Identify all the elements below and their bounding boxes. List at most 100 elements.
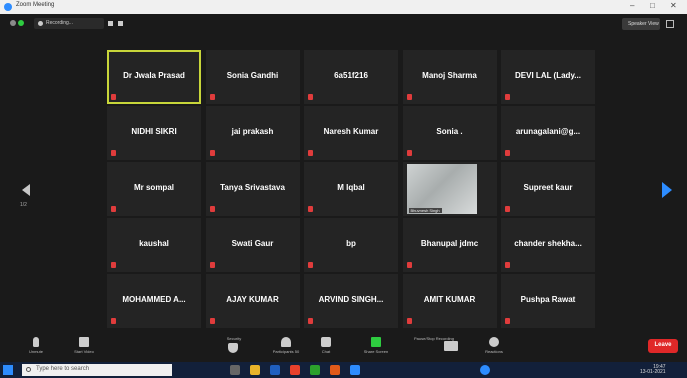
muted-mic-icon	[111, 94, 116, 100]
participant-name: Dr Jwala Prasad	[123, 71, 185, 80]
muted-mic-icon	[308, 94, 313, 100]
unmute-button[interactable]: Unmute	[12, 334, 60, 362]
close-button[interactable]: ✕	[670, 1, 677, 10]
task-view-icon[interactable]	[230, 365, 240, 375]
participant-tile[interactable]: DEVI LAL (Lady...	[501, 50, 595, 104]
participant-tile[interactable]: MOHAMMED A...	[107, 274, 201, 328]
participant-tile[interactable]: Bhuvnesh Singh	[402, 162, 497, 216]
participant-tile[interactable]: jai prakash	[205, 106, 300, 160]
maximize-button[interactable]: □	[650, 1, 655, 10]
participant-name: Swati Gaur	[231, 239, 274, 248]
participant-tile[interactable]: Mr sompal	[107, 162, 201, 216]
muted-mic-icon	[308, 318, 313, 324]
muted-mic-icon	[505, 94, 510, 100]
participant-tile[interactable]: arunagalani@g...	[501, 106, 595, 160]
participant-name: AMIT KUMAR	[423, 295, 476, 304]
microphone-icon	[33, 337, 39, 347]
security-button[interactable]: Security	[210, 334, 258, 362]
participant-tile[interactable]: AMIT KUMAR	[402, 274, 497, 328]
participant-tile[interactable]: M Iqbal	[304, 162, 398, 216]
fullscreen-icon[interactable]	[666, 20, 674, 28]
recording-indicator: Recording...	[34, 18, 104, 29]
meeting-info-icon[interactable]	[10, 20, 16, 26]
participant-name: Pushpa Rawat	[520, 295, 576, 304]
muted-mic-icon	[406, 262, 412, 268]
edge-browser-icon[interactable]	[270, 365, 280, 375]
meeting-topbar: Recording... Speaker View	[0, 14, 687, 34]
start-video-label: Start Video	[74, 349, 94, 354]
participant-tile[interactable]: Pushpa Rawat	[501, 274, 595, 328]
zoom-app-icon	[4, 3, 12, 11]
tray-date: 13-01-2021	[640, 369, 666, 375]
participant-tile[interactable]: kaushal	[107, 218, 201, 272]
camera-icon	[79, 337, 89, 347]
participant-name: Naresh Kumar	[323, 127, 379, 136]
share-screen-icon	[371, 337, 381, 347]
windows-start-icon[interactable]	[3, 365, 13, 375]
start-video-button[interactable]: Start Video	[60, 334, 108, 362]
participant-tile[interactable]: Swati Gaur	[205, 218, 300, 272]
participant-name: Bhanupal jdmc	[420, 239, 479, 248]
participant-tile[interactable]: Supreet kaur	[501, 162, 595, 216]
reactions-icon	[489, 337, 499, 347]
participant-name: MOHAMMED A...	[122, 295, 186, 304]
participant-tile[interactable]: Tanya Srivastava	[205, 162, 300, 216]
participants-count: 50	[294, 349, 300, 354]
participant-tile[interactable]: ARVIND SINGH...	[304, 274, 398, 328]
participant-name: AJAY KUMAR	[226, 295, 279, 304]
window-titlebar: Zoom Meeting – □ ✕	[0, 0, 687, 14]
record-controls-icon	[444, 341, 458, 351]
participant-tile[interactable]: Dr Jwala Prasad	[107, 50, 201, 104]
reactions-button[interactable]: Reactions	[470, 334, 518, 362]
security-label: Security	[226, 336, 242, 341]
participant-tile[interactable]: 6a51f216	[304, 50, 398, 104]
chat-button[interactable]: Chat	[302, 334, 350, 362]
search-placeholder: Type here to search	[36, 366, 90, 372]
participant-tile[interactable]: AJAY KUMAR	[205, 274, 300, 328]
muted-mic-icon	[209, 318, 215, 324]
help-icon[interactable]	[480, 365, 490, 375]
share-screen-label: Share Screen	[363, 349, 389, 354]
recording-dot-icon	[38, 21, 43, 26]
previous-page-arrow-icon[interactable]	[22, 184, 30, 196]
muted-mic-icon	[406, 94, 412, 100]
participant-name: bp	[346, 239, 356, 248]
participants-icon	[281, 337, 291, 347]
muted-mic-icon	[308, 206, 313, 212]
muted-mic-icon	[209, 94, 215, 100]
participant-name: ARVIND SINGH...	[318, 295, 384, 304]
participant-name: NIDHI SIKRI	[131, 127, 177, 136]
muted-mic-icon	[308, 262, 313, 268]
muted-mic-icon	[505, 318, 510, 324]
leave-label: Leave	[654, 342, 672, 348]
participant-tile[interactable]: NIDHI SIKRI	[107, 106, 201, 160]
share-screen-button[interactable]: Share Screen	[352, 334, 400, 362]
participant-name: DEVI LAL (Lady...	[515, 71, 581, 80]
system-tray-clock[interactable]: 19:47 13-01-2021	[640, 365, 666, 375]
participant-name: 6a51f216	[334, 71, 368, 80]
muted-mic-icon	[406, 150, 412, 156]
pause-recording-icon[interactable]	[108, 21, 113, 26]
leave-button[interactable]: Leave	[648, 339, 678, 353]
minimize-button[interactable]: –	[630, 1, 634, 10]
participant-tile[interactable]: chander shekha...	[501, 218, 595, 272]
zoom-taskbar-icon[interactable]	[350, 365, 360, 375]
taskbar-search[interactable]: Type here to search	[22, 364, 172, 376]
participant-tile[interactable]: Naresh Kumar	[304, 106, 398, 160]
stop-recording-icon[interactable]	[118, 21, 123, 26]
file-explorer-icon[interactable]	[250, 365, 260, 375]
encryption-shield-icon[interactable]	[18, 20, 24, 26]
participant-tile[interactable]: bp	[304, 218, 398, 272]
store-app-icon[interactable]	[310, 365, 320, 375]
pause-stop-recording-button[interactable]: Pause/Stop Recording	[410, 334, 458, 362]
muted-mic-icon	[111, 150, 116, 156]
office-app-icon[interactable]	[330, 365, 340, 375]
speaker-view-button[interactable]: Speaker View	[622, 18, 660, 30]
participant-tile[interactable]: Sonia Gandhi	[205, 50, 300, 104]
chrome-browser-icon[interactable]	[290, 365, 300, 375]
speaker-view-label: Speaker View	[628, 21, 659, 27]
participant-tile[interactable]: Manoj Sharma	[402, 50, 497, 104]
participant-tile[interactable]: Sonia .	[402, 106, 497, 160]
next-page-arrow-icon[interactable]	[662, 182, 672, 198]
participant-tile[interactable]: Bhanupal jdmc	[402, 218, 497, 272]
